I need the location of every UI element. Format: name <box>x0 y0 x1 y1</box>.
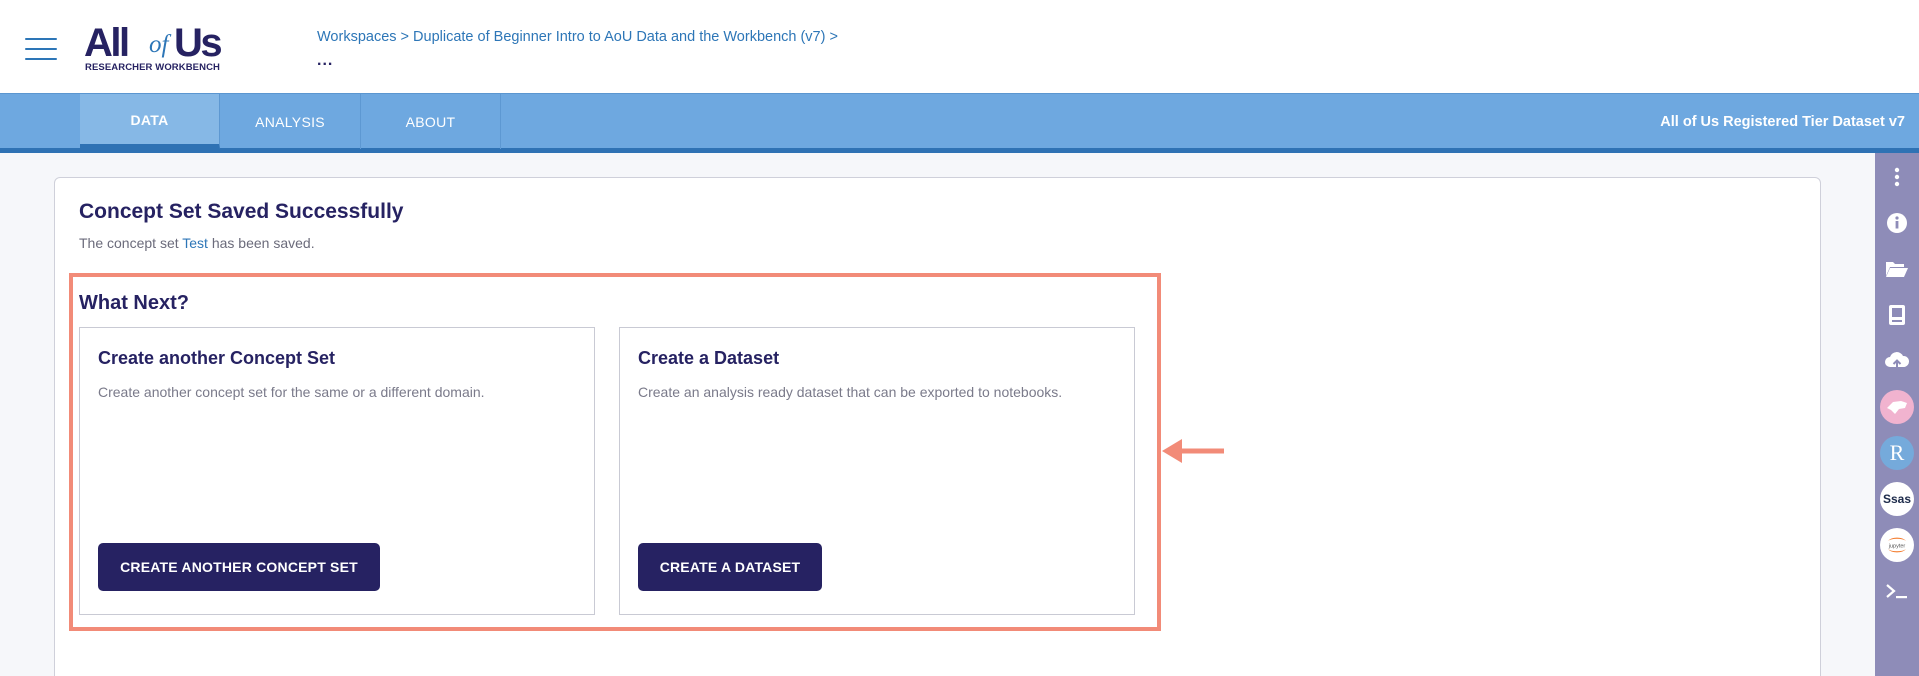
breadcrumb-separator-trailing: > <box>829 29 838 45</box>
cromwell-icon[interactable] <box>1875 385 1919 429</box>
logo-all: All <box>84 21 130 65</box>
side-icon-rail: R Ssas jupyter <box>1875 153 1919 676</box>
page-title: Concept Set Saved Successfully <box>79 200 404 223</box>
annotation-arrow-icon <box>1162 439 1224 463</box>
dataset-version-label: All of Us Registered Tier Dataset v7 <box>1660 114 1905 130</box>
breadcrumb: Workspaces > Duplicate of Beginner Intro… <box>317 29 838 45</box>
rstudio-icon[interactable]: R <box>1875 431 1919 475</box>
info-icon[interactable] <box>1875 201 1919 245</box>
option-title: Create another Concept Set <box>98 348 336 368</box>
notebook-icon[interactable] <box>1875 293 1919 337</box>
folder-open-icon[interactable] <box>1875 247 1919 291</box>
breadcrumb-ellipsis[interactable]: ... <box>317 53 333 69</box>
breadcrumb-workspace-name[interactable]: Duplicate of Beginner Intro to AoU Data … <box>413 29 825 45</box>
save-confirmation-text: The concept set Test has been saved. <box>79 235 315 251</box>
workspace-nav-bar: DATA ANALYSIS ABOUT All of Us Registered… <box>0 93 1919 153</box>
terminal-icon[interactable] <box>1875 569 1919 613</box>
cloud-upload-icon[interactable] <box>1875 339 1919 383</box>
subtitle-suffix: has been saved. <box>211 235 315 251</box>
option-description: Create an analysis ready dataset that ca… <box>638 384 1063 400</box>
create-concept-set-option: Create another Concept Set Create anothe… <box>79 327 595 615</box>
what-next-heading: What Next? <box>79 292 189 314</box>
logo-us: Us <box>174 21 223 65</box>
app-header: All of Us RESEARCHER WORKBENCH Workspace… <box>0 0 1919 93</box>
create-another-concept-set-button[interactable]: CREATE ANOTHER CONCEPT SET <box>98 543 380 591</box>
hamburger-menu-icon[interactable] <box>25 36 57 62</box>
sas-icon[interactable]: Ssas <box>1875 477 1919 521</box>
tab-about[interactable]: ABOUT <box>361 94 501 149</box>
all-of-us-logo[interactable]: All of Us RESEARCHER WORKBENCH <box>84 20 244 76</box>
breadcrumb-separator: > <box>400 29 410 45</box>
tab-analysis[interactable]: ANALYSIS <box>220 94 361 149</box>
breadcrumb-workspaces[interactable]: Workspaces <box>317 29 397 45</box>
subtitle-prefix: The concept set <box>79 235 179 251</box>
option-title: Create a Dataset <box>638 348 780 368</box>
create-dataset-option: Create a Dataset Create an analysis read… <box>619 327 1135 615</box>
logo-of: of <box>149 31 169 58</box>
jupyter-icon[interactable]: jupyter <box>1875 523 1919 567</box>
svg-text:jupyter: jupyter <box>1888 544 1906 550</box>
concept-set-link[interactable]: Test <box>182 235 208 251</box>
option-description: Create another concept set for the same … <box>98 384 485 400</box>
more-vertical-icon[interactable] <box>1875 155 1919 199</box>
create-dataset-button[interactable]: CREATE A DATASET <box>638 543 822 591</box>
logo-subtitle: RESEARCHER WORKBENCH <box>85 62 221 73</box>
tab-data[interactable]: DATA <box>80 94 220 149</box>
